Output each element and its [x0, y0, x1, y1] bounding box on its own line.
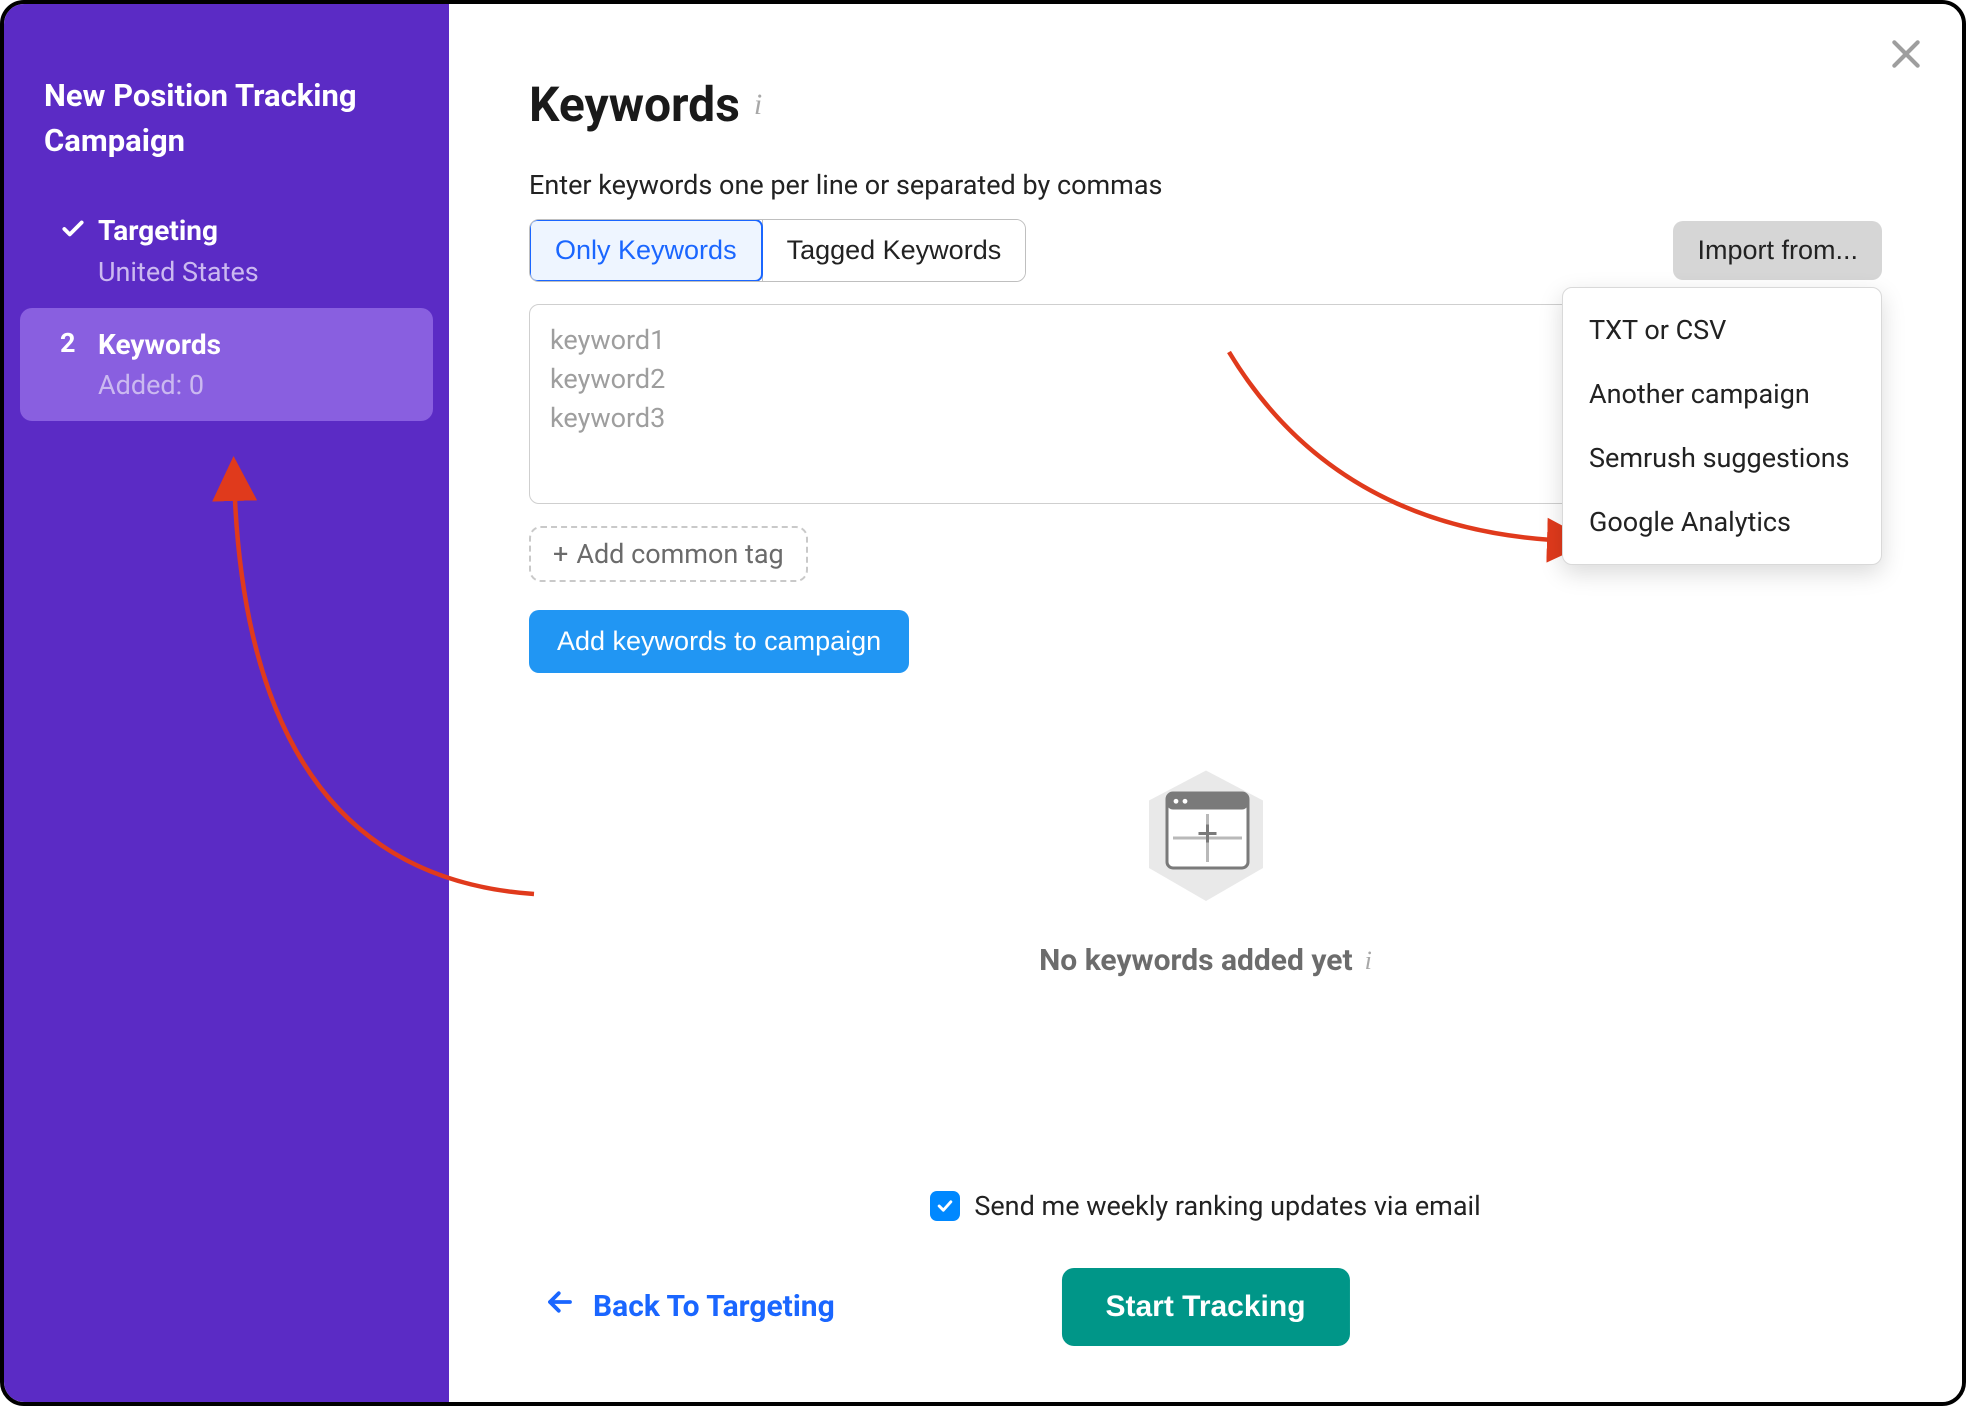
plus-icon: +: [553, 538, 568, 570]
info-icon[interactable]: i: [1365, 946, 1372, 976]
info-icon[interactable]: i: [754, 88, 762, 122]
start-tracking-button[interactable]: Start Tracking: [1061, 1268, 1349, 1346]
add-common-tag-button[interactable]: + Add common tag: [529, 526, 808, 582]
instruction-text: Enter keywords one per line or separated…: [529, 169, 1882, 201]
close-icon[interactable]: [1886, 34, 1926, 78]
email-updates-label: Send me weekly ranking updates via email: [974, 1190, 1480, 1222]
page-title: Keywords i: [529, 76, 1882, 133]
sidebar-item-sublabel: Added: 0: [98, 369, 221, 401]
import-dropdown: TXT or CSV Another campaign Semrush sugg…: [1562, 287, 1882, 565]
modal: New Position Tracking Campaign Targeting…: [0, 0, 1966, 1406]
page-title-text: Keywords: [529, 76, 740, 133]
sidebar-item-targeting[interactable]: Targeting United States: [20, 194, 433, 308]
sidebar: New Position Tracking Campaign Targeting…: [4, 4, 449, 1402]
sidebar-item-keywords[interactable]: 2 Keywords Added: 0: [20, 308, 433, 422]
controls-row: Only Keywords Tagged Keywords Import fro…: [529, 219, 1882, 282]
import-option-txt-csv[interactable]: TXT or CSV: [1563, 298, 1881, 362]
add-keywords-button[interactable]: Add keywords to campaign: [529, 610, 909, 673]
import-option-google-analytics[interactable]: Google Analytics: [1563, 490, 1881, 554]
empty-state-icon: [1131, 763, 1281, 917]
back-label: Back To Targeting: [593, 1289, 835, 1324]
import-from-button[interactable]: Import from...: [1673, 221, 1882, 280]
segmented-control: Only Keywords Tagged Keywords: [529, 219, 1026, 282]
bottom-row: Send me weekly ranking updates via email…: [529, 1190, 1882, 1346]
empty-state: No keywords added yet i: [529, 763, 1882, 978]
email-updates-row: Send me weekly ranking updates via email: [529, 1190, 1882, 1222]
empty-state-label: No keywords added yet: [1039, 943, 1352, 978]
sidebar-title: New Position Tracking Campaign: [4, 74, 449, 194]
nav-row: Back To Targeting Start Tracking: [529, 1266, 1882, 1346]
step-number: 2: [60, 327, 76, 359]
back-to-targeting-link[interactable]: Back To Targeting: [545, 1287, 835, 1325]
import-option-another-campaign[interactable]: Another campaign: [1563, 362, 1881, 426]
segment-only-keywords[interactable]: Only Keywords: [529, 219, 763, 282]
import-from-wrapper: Import from... TXT or CSV Another campai…: [1673, 221, 1882, 280]
sidebar-item-label: Targeting: [98, 212, 259, 250]
arrow-left-icon: [545, 1287, 575, 1325]
add-tag-label: Add common tag: [576, 538, 783, 570]
import-option-semrush-suggestions[interactable]: Semrush suggestions: [1563, 426, 1881, 490]
main-panel: Keywords i Enter keywords one per line o…: [449, 4, 1962, 1402]
sidebar-item-label: Keywords: [98, 326, 221, 364]
sidebar-item-sublabel: United States: [98, 256, 259, 288]
segment-tagged-keywords[interactable]: Tagged Keywords: [763, 220, 1026, 281]
check-icon: [60, 212, 98, 246]
email-updates-checkbox[interactable]: [930, 1191, 960, 1221]
empty-state-text: No keywords added yet i: [1039, 943, 1372, 978]
